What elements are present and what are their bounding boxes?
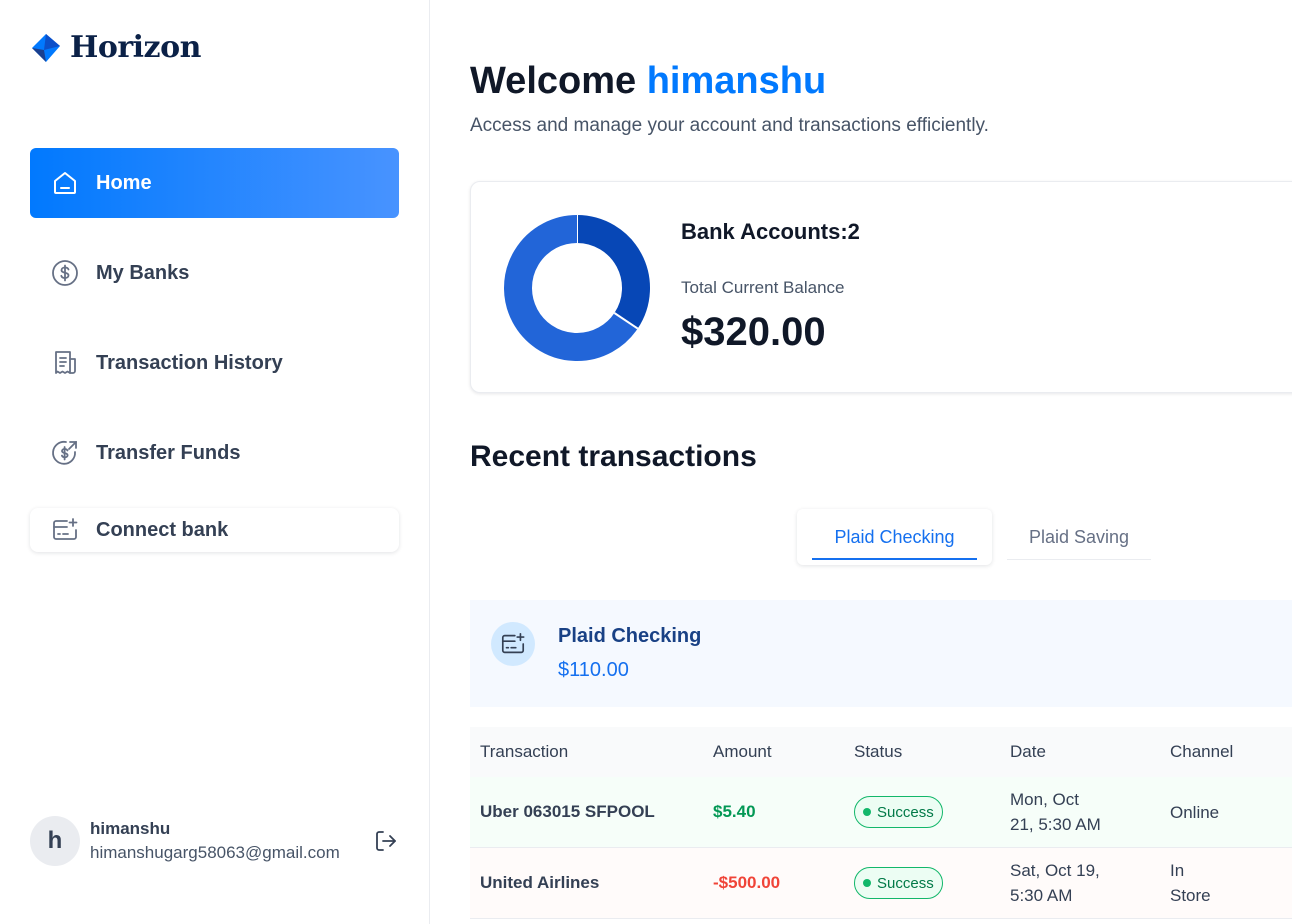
transaction-channel: Online (1170, 800, 1292, 825)
date-line: 21, 5:30 AM (1010, 815, 1101, 834)
column-header: Channel (1170, 742, 1234, 761)
column-header: Amount (713, 742, 772, 761)
total-balance-card: Bank Accounts:2 Total Current Balance $3… (470, 181, 1292, 393)
tab-plaid-saving[interactable]: Plaid Saving (1007, 509, 1151, 565)
transaction-amount: $5.40 (713, 802, 756, 821)
column-header: Transaction (480, 742, 569, 761)
sidebar-item-transaction-history[interactable]: Transaction History (30, 328, 399, 398)
transfer-dollar-icon (50, 438, 80, 468)
status-badge: Success (854, 796, 943, 828)
status-label: Success (877, 874, 934, 892)
welcome-prefix: Welcome (470, 60, 637, 102)
main-content: Welcome himanshu Access and manage your … (430, 0, 1292, 924)
transaction-status: Success (854, 867, 1010, 899)
receipt-icon (50, 348, 80, 378)
total-balance-label: Total Current Balance (681, 278, 845, 297)
sidebar-item-my-banks[interactable]: My Banks (30, 238, 399, 308)
home-icon (50, 168, 80, 198)
table-row[interactable]: United Airlines -$500.00 Success Sat, Oc… (470, 848, 1292, 919)
card-add-icon (50, 515, 80, 545)
table-header: Transaction Amount Status Date Channel (470, 727, 1292, 777)
column-header: Date (1010, 742, 1046, 761)
status-dot-icon (863, 879, 871, 887)
sidebar: Horizon Home My Banks Transaction Histor… (0, 0, 430, 924)
logout-icon[interactable] (373, 828, 399, 854)
sidebar-item-transfer-funds[interactable]: Transfer Funds (30, 418, 399, 488)
dollar-circle-icon (50, 258, 80, 288)
channel-line: In (1170, 861, 1185, 880)
transaction-date: Mon, Oct 21, 5:30 AM (1010, 787, 1170, 837)
transaction-channel: In Store (1170, 858, 1292, 908)
status-badge: Success (854, 867, 943, 899)
bank-accounts-label: Bank Accounts: (681, 219, 848, 244)
date-line: Mon, Oct (1010, 790, 1079, 809)
transaction-name: Uber 063015 SFPOOL (480, 802, 655, 821)
date-line: 5:30 AM (1010, 886, 1073, 905)
horizon-logo-icon (32, 33, 60, 62)
app-root: Horizon Home My Banks Transaction Histor… (0, 0, 1292, 924)
column-header: Status (854, 742, 903, 761)
brand-logo[interactable]: Horizon (30, 30, 201, 65)
card-add-icon (491, 622, 535, 666)
welcome-user-name: himanshu (646, 60, 827, 102)
total-balance-value: $320.00 (681, 310, 826, 354)
channel-line: Online (1170, 802, 1220, 822)
sidebar-item-home[interactable]: Home (30, 148, 399, 218)
sidebar-item-label: Transaction History (96, 351, 283, 374)
page-title: Welcome himanshu (470, 60, 826, 103)
selected-bank-balance: $110.00 (558, 659, 629, 681)
transaction-date: Sat, Oct 19, 5:30 AM (1010, 858, 1170, 908)
donut-segment-plaid-checking (576, 215, 650, 329)
status-dot-icon (863, 808, 871, 816)
sidebar-item-label: My Banks (96, 261, 190, 284)
connect-bank-label: Connect bank (96, 518, 229, 541)
avatar: h (30, 816, 80, 866)
user-name: himanshu (90, 819, 171, 838)
channel-line: Store (1170, 886, 1211, 905)
date-line: Sat, Oct 19, (1010, 861, 1100, 880)
selected-bank-name: Plaid Checking (558, 625, 702, 647)
sidebar-item-label: Transfer Funds (96, 441, 241, 464)
user-info: himanshu himanshugarg58063@gmail.com (90, 819, 340, 863)
status-label: Success (877, 803, 934, 821)
table-row[interactable]: Uber 063015 SFPOOL $5.40 Success Mon, Oc… (470, 777, 1292, 848)
transaction-name: United Airlines (480, 873, 600, 892)
bank-accounts-count: Bank Accounts:2 (681, 219, 860, 245)
user-email: himanshugarg58063@gmail.com (90, 843, 340, 862)
bank-accounts-number: 2 (847, 219, 860, 244)
selected-bank-info: Plaid Checking $110.00 (470, 600, 1292, 707)
sidebar-item-label: Home (96, 171, 152, 194)
recent-transactions-title: Recent transactions (470, 440, 757, 473)
balance-donut-chart (504, 215, 650, 361)
user-profile: h himanshu himanshugarg58063@gmail.com (30, 816, 399, 866)
transaction-amount: -$500.00 (713, 873, 781, 892)
connect-bank-button[interactable]: Connect bank (30, 508, 399, 552)
transactions-table: Transaction Amount Status Date Channel U… (470, 727, 1292, 919)
bank-tabs: Plaid Checking Plaid Saving (797, 509, 1151, 565)
sidebar-nav: Home My Banks Transaction History Transf… (30, 148, 399, 508)
tab-plaid-checking[interactable]: Plaid Checking (797, 509, 992, 565)
page-subtitle: Access and manage your account and trans… (470, 115, 989, 136)
brand-name: Horizon (70, 30, 201, 65)
transaction-status: Success (854, 796, 1010, 828)
